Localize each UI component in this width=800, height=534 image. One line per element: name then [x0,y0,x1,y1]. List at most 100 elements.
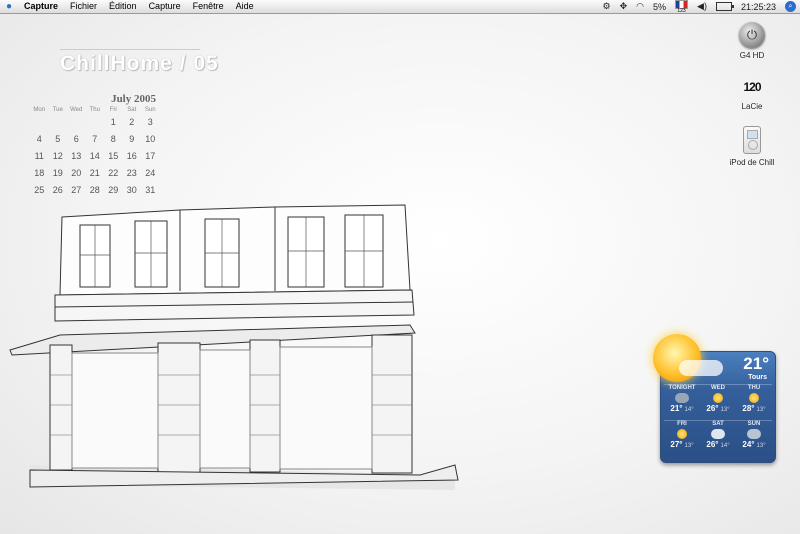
forecast-cell: FRI 27° 13° [664,421,700,449]
calendar-weekday: Wed [70,107,83,113]
calendar-day: 23 [126,168,137,178]
calendar-day-grid: 1 2 3 4 5 6 7 8 9 10 11 12 13 14 15 16 17 18 19 20 21 22 23 24 2… [30,117,160,196]
wallpaper-brand-title: ChillHome / 05 [60,52,219,75]
desktop-icon-ipod[interactable]: iPod de Chill [722,126,782,167]
weather-widget[interactable]: 21° Tours TONIGHT 21° 14° WED 26° 13° THU 28° 13… [653,334,776,463]
spotlight-search-icon[interactable]: ⌕ [785,1,796,12]
calendar-day [49,117,68,128]
calendar-weekday: Sun [144,107,156,113]
calendar-day: 22 [108,168,119,178]
desktop-icon-lacie[interactable]: 120 LaCie [722,80,782,111]
sunny-icon [713,393,723,403]
calendar-day: 18 [34,168,45,178]
calendar-day: 20 [71,168,82,178]
calendar-weekday: Tue [52,107,63,113]
clock[interactable]: 21:25:23 [741,2,776,12]
wifi-icon[interactable]: ◠ [636,1,644,12]
showers-icon [747,429,761,439]
forecast-high: 24° [742,440,755,449]
forecast-day: TONIGHT [668,385,696,391]
menu-edition[interactable]: Édition [103,0,143,13]
gear-icon[interactable]: ⚙ [603,1,611,12]
calendar-widget: July 2005 Mon Tue Wed Thu Fri Sat Sun 12345678… [30,93,160,196]
calendar-weekday: Thu [89,107,100,113]
forecast-day: SAT [712,421,724,427]
calendar-weekday-header: Mon Tue Wed Thu Fri Sat Sun [30,107,160,113]
forecast-temps: 26° 14° [700,440,736,449]
menu-fenetre[interactable]: Fenêtre [187,0,230,13]
sunny-icon [677,429,687,439]
desktop-icon-g4-hd[interactable]: G4 HD [722,22,782,60]
forecast-cell: TONIGHT 21° 14° [664,385,700,413]
cloudy-icon [711,429,725,439]
menu-bar: ● Capture Fichier Édition Capture Fenêtr… [0,0,800,14]
calendar-day: 12 [52,151,63,161]
volume-icon[interactable]: ◀) [697,1,707,12]
calendar-day [86,117,105,128]
calendar-day [30,117,49,128]
forecast-temps: 27° 13° [664,440,700,449]
calendar-day: 21 [89,168,100,178]
forecast-high: 26° [706,440,719,449]
calendar-day: 16 [126,151,137,161]
calendar-day: 19 [52,168,63,178]
calendar-day: 11 [34,151,44,161]
menu-extras: ⚙ ✥ ◠ 5% 123 ◀) 21:25:23 ⌕ [603,0,800,13]
weather-city: Tours [748,374,767,381]
ipod-icon [743,126,761,154]
forecast-cell: WED 26° 13° [700,385,736,413]
forecast-high: 26° [706,404,719,413]
input-menu[interactable]: 123 [675,0,689,14]
forecast-low: 14° [720,443,730,449]
calendar-day [67,117,86,128]
calendar-day: 5 [55,134,61,144]
forecast-cell: SUN 24° 13° [736,421,772,449]
calendar-day: 4 [36,134,42,144]
calendar-weekday: Mon [33,107,46,113]
calendar-day: 3 [147,117,153,127]
calendar-day: 8 [110,134,116,144]
partly-cloudy-night-icon [675,393,689,403]
cloud-icon [679,360,723,376]
forecast-temps: 21° 14° [664,404,700,413]
input-code: 123 [677,7,686,14]
calendar-day: 15 [108,151,119,161]
forecast-low: 13° [756,407,766,413]
menu-fichier[interactable]: Fichier [64,0,103,13]
calendar-day: 1 [110,117,116,127]
forecast-low: 13° [684,443,694,449]
forecast-day: WED [711,385,725,391]
battery-percent[interactable]: 5% [653,2,666,12]
desktop-icon-label: iPod de Chill [729,158,775,167]
desktop-icon-label: LaCie [741,102,763,111]
forecast-low: 13° [720,407,730,413]
forecast-day: SUN [747,421,761,427]
sunny-icon [749,393,759,403]
lacie-drive-icon: 120 [743,80,761,94]
calendar-day: 17 [145,151,156,161]
forecast-temps: 24° 13° [736,440,772,449]
move-arrows-icon[interactable]: ✥ [620,1,628,12]
calendar-day: 7 [92,134,98,144]
forecast-row: TONIGHT 21° 14° WED 26° 13° THU 28° 13° [664,385,772,413]
forecast-day: THU [747,385,761,391]
brand-underline [60,49,200,50]
calendar-day: 2 [129,117,135,127]
current-temperature: 21° [743,354,769,373]
forecast-high: 21° [670,404,683,413]
calendar-day: 9 [129,134,135,144]
forecast-row: FRI 27° 13° SAT 26° 14° SUN 24° 13° [664,421,772,449]
menu-app-capture[interactable]: Capture [18,0,64,13]
menu-capture[interactable]: Capture [143,0,187,13]
calendar-month-title: July 2005 [111,93,156,105]
calendar-day: 10 [145,134,156,144]
calendar-day: 13 [71,151,82,161]
apple-menu-icon[interactable]: ● [0,1,18,12]
desktop-icon-label: G4 HD [739,51,765,60]
forecast-day: FRI [677,421,687,427]
hard-drive-icon [739,22,765,48]
battery-icon[interactable] [715,2,734,11]
menu-aide[interactable]: Aide [230,0,260,13]
building-wallpaper-illustration [9,204,459,490]
forecast-low: 13° [756,443,766,449]
